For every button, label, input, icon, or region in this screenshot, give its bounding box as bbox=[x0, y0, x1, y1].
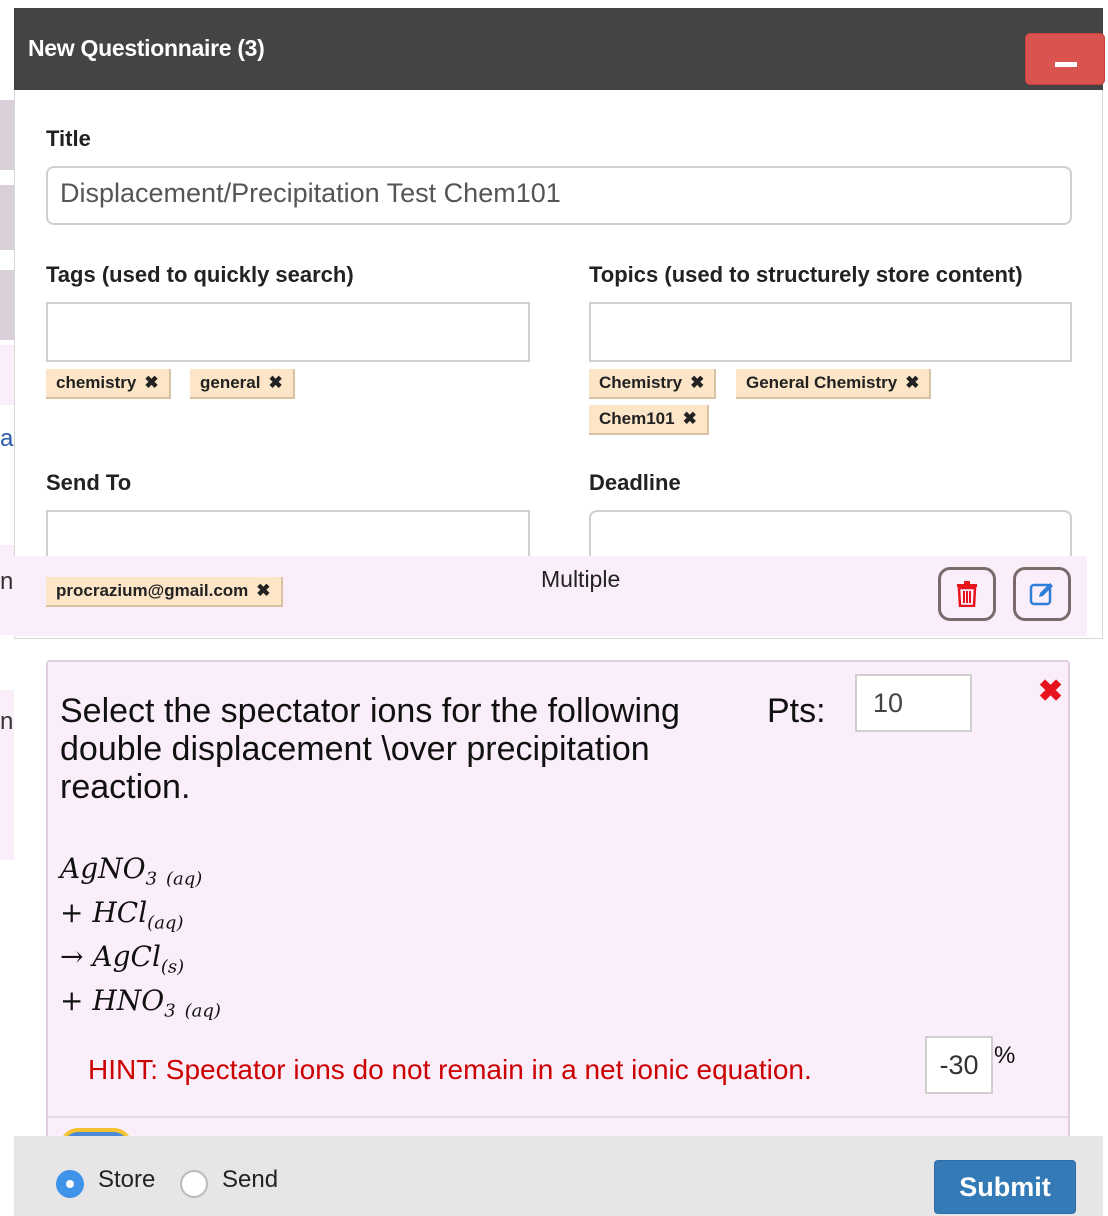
tags-label: Tags (used to quickly search) bbox=[46, 262, 354, 287]
equation-state: (s) bbox=[160, 956, 185, 978]
tag-chip: general ✖ bbox=[190, 369, 295, 399]
close-icon[interactable]: ✖ bbox=[1038, 674, 1063, 709]
store-radio-label[interactable]: Store bbox=[98, 1166, 155, 1194]
delete-question-button[interactable] bbox=[938, 567, 996, 621]
submit-button[interactable]: Submit bbox=[934, 1160, 1076, 1214]
equation-line: + HCl(aq) bbox=[60, 896, 183, 934]
remove-tag-icon[interactable]: ✖ bbox=[268, 373, 282, 392]
equation-subscript: 3 bbox=[145, 868, 158, 890]
title-label: Title bbox=[46, 126, 91, 151]
remove-topic-icon[interactable]: ✖ bbox=[905, 373, 919, 392]
tag-chip: chemistry ✖ bbox=[46, 369, 171, 399]
minus-icon bbox=[1055, 62, 1077, 67]
send-to-label: Send To bbox=[46, 470, 132, 495]
background-strip bbox=[0, 270, 14, 340]
equation-state: (aq) bbox=[147, 912, 184, 934]
question-card: Select the spectator ions for the follow… bbox=[46, 660, 1070, 1146]
background-text: a bbox=[0, 425, 14, 452]
background-row bbox=[0, 345, 14, 405]
send-radio-label[interactable]: Send bbox=[222, 1166, 278, 1194]
question-text[interactable]: Select the spectator ions for the follow… bbox=[60, 692, 700, 806]
modal-footer: Store Send Submit bbox=[14, 1136, 1103, 1216]
divider bbox=[48, 1116, 1068, 1118]
hint-penalty-input[interactable]: -30 bbox=[925, 1036, 993, 1094]
equation-operator: + bbox=[60, 896, 84, 929]
topic-label: Chem101 bbox=[599, 409, 675, 428]
edit-icon bbox=[1029, 583, 1053, 606]
remove-recipient-icon[interactable]: ✖ bbox=[256, 581, 270, 600]
equation-species: AgNO bbox=[60, 852, 146, 885]
remove-tag-icon[interactable]: ✖ bbox=[144, 373, 158, 392]
hint-text[interactable]: HINT: Spectator ions do not remain in a … bbox=[88, 1054, 812, 1086]
send-radio[interactable] bbox=[180, 1170, 208, 1198]
equation-operator: + bbox=[60, 984, 84, 1017]
topic-label: General Chemistry bbox=[746, 373, 898, 392]
topic-chip: Chem101 ✖ bbox=[589, 405, 709, 435]
points-input[interactable]: 10 bbox=[855, 674, 972, 732]
remove-topic-icon[interactable]: ✖ bbox=[690, 373, 704, 392]
questionnaire-modal: New Questionnaire (3) Title Displacement… bbox=[14, 8, 1105, 1216]
topic-chip: General Chemistry ✖ bbox=[736, 369, 932, 399]
percent-label: % bbox=[994, 1042, 1016, 1069]
topics-input[interactable] bbox=[589, 302, 1072, 362]
modal-title: New Questionnaire (3) bbox=[28, 35, 265, 61]
equation-subscript: 3 bbox=[164, 1000, 176, 1022]
topic-label: Chemistry bbox=[599, 373, 683, 392]
recipient-chip: procrazium@gmail.com ✖ bbox=[46, 577, 283, 607]
remove-topic-icon[interactable]: ✖ bbox=[683, 409, 697, 428]
equation-state: (aq) bbox=[165, 868, 203, 890]
deadline-label: Deadline bbox=[589, 470, 681, 495]
question-type-label: Multiple bbox=[541, 566, 621, 592]
equation-line: AgNO3 (aq) bbox=[60, 852, 202, 890]
background-strip bbox=[0, 185, 14, 250]
equation-species: AgCl bbox=[92, 940, 161, 973]
trash-icon bbox=[957, 581, 977, 607]
equation-line: + HNO3 (aq) bbox=[60, 984, 221, 1022]
points-label: Pts: bbox=[767, 692, 826, 730]
equation-species: HCl bbox=[92, 896, 148, 929]
recipient-label: procrazium@gmail.com bbox=[56, 581, 249, 600]
equation-line: → AgCl(s) bbox=[60, 940, 184, 978]
modal-header: New Questionnaire (3) bbox=[14, 8, 1105, 90]
equation-state: (aq) bbox=[184, 1000, 221, 1022]
tag-label: chemistry bbox=[56, 373, 137, 392]
tags-input[interactable] bbox=[46, 302, 530, 362]
background-strip bbox=[0, 100, 14, 170]
topic-chip: Chemistry ✖ bbox=[589, 369, 717, 399]
equation-operator: → bbox=[60, 940, 84, 973]
topics-label: Topics (used to structurely store conten… bbox=[589, 262, 1023, 287]
store-radio[interactable] bbox=[56, 1170, 84, 1198]
equation-species: HNO bbox=[92, 984, 165, 1017]
edit-question-button[interactable] bbox=[1013, 567, 1071, 621]
minimize-button[interactable] bbox=[1025, 33, 1105, 85]
tag-label: general bbox=[200, 373, 261, 392]
title-input[interactable]: Displacement/Precipitation Test Chem101 bbox=[46, 166, 1072, 225]
